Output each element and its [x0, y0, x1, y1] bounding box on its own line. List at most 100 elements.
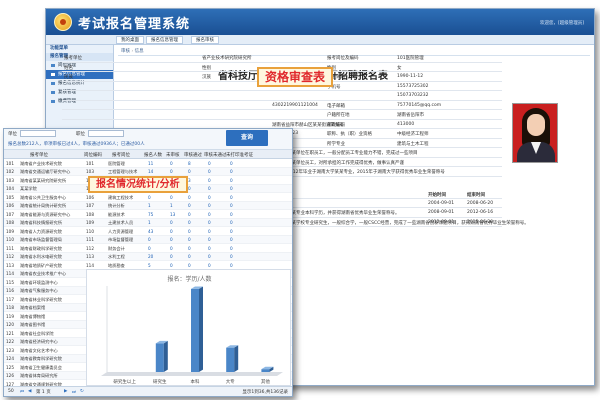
user-info[interactable]: 欢迎您，[超级管理员]	[540, 20, 584, 26]
refresh-icon[interactable]: ↻	[80, 389, 84, 394]
column-header[interactable]: 未打印准考证	[226, 152, 253, 158]
cell-count[interactable]: 0	[170, 195, 173, 200]
cell-count[interactable]: 20	[148, 254, 153, 259]
cell-count[interactable]: 75	[148, 212, 153, 217]
first-page-icon[interactable]: ⏮	[20, 389, 24, 395]
cell-count[interactable]: 0	[208, 169, 211, 174]
cell-count[interactable]: 0	[230, 263, 233, 268]
cell-count[interactable]: 0	[230, 169, 233, 174]
cell-count[interactable]: 3	[188, 178, 191, 183]
column-header[interactable]: 岗位编码	[84, 152, 102, 158]
cell-count[interactable]: 0	[188, 212, 191, 217]
last-page-icon[interactable]: ⏭	[72, 389, 76, 395]
cell-count[interactable]: 0	[170, 220, 173, 225]
cell-count[interactable]: 0	[230, 161, 233, 166]
cell-count[interactable]: 0	[188, 263, 191, 268]
cell-count[interactable]: 0	[208, 203, 211, 208]
cell-count[interactable]: 1	[148, 220, 151, 225]
cell-count[interactable]: 0	[230, 237, 233, 242]
cell-count[interactable]: 0	[188, 195, 191, 200]
cell-count[interactable]: 0	[170, 237, 173, 242]
table-row[interactable]: 107 湖南省能源与资源研究中心 108 能源技术 75 13 0 0 0	[4, 210, 292, 219]
cell-count[interactable]: 0	[188, 237, 191, 242]
table-row[interactable]: 106 湖南省统计局统计研究所 107 统计分析 1 1 0 0 0	[4, 201, 292, 210]
column-header[interactable]: 报考单位	[30, 152, 48, 158]
prev-page-icon[interactable]: ◀	[28, 389, 31, 394]
column-header[interactable]: 报名人数	[144, 152, 162, 158]
cell-count[interactable]: 1	[170, 203, 173, 208]
cell-count[interactable]: 0	[208, 254, 211, 259]
row-number: 108	[6, 220, 14, 225]
cell-count[interactable]: 0	[170, 169, 173, 174]
cell-count[interactable]: 13	[170, 212, 175, 217]
cell-count[interactable]: 0	[230, 178, 233, 183]
table-row[interactable]: 110 湖南省市场监督管理局 111 市场监督管理 0 0 0 0 0	[4, 235, 292, 244]
cell-count[interactable]: 0	[188, 186, 191, 191]
cell-count[interactable]: 0	[170, 229, 173, 234]
cell-count[interactable]: 5	[148, 263, 151, 268]
cell-count[interactable]: 0	[208, 161, 211, 166]
cell-unit: 湖南省水利水电研究院	[20, 254, 62, 259]
cell-count[interactable]: 0	[208, 263, 211, 268]
cell-count[interactable]: 8	[188, 161, 191, 166]
cell-count[interactable]: 0	[148, 246, 151, 251]
table-row[interactable]: 112 湖南省水利水电研究院 113 水利工程 20 0 0 0 0	[4, 252, 292, 261]
cell-count[interactable]: 0	[230, 254, 233, 259]
search-button[interactable]: 查询	[226, 130, 268, 146]
cell-count[interactable]: 0	[208, 237, 211, 242]
cell-count[interactable]: 14	[148, 169, 153, 174]
tab-registration-info[interactable]: 报名信息管理	[146, 36, 183, 44]
cell-count[interactable]: 0	[230, 195, 233, 200]
column-header[interactable]: 未审核	[166, 152, 180, 158]
cell-count[interactable]: 1	[148, 203, 151, 208]
cell-count[interactable]: 0	[188, 220, 191, 225]
cell-count[interactable]: 43	[148, 229, 153, 234]
cell-count[interactable]: 0	[230, 212, 233, 217]
cell-count[interactable]: 0	[208, 246, 211, 251]
cell-count[interactable]: 0	[208, 178, 211, 183]
column-header[interactable]: 审核通过	[184, 152, 202, 158]
pager-info: 显示1到36,共136记录	[242, 390, 288, 395]
registration-stats-window: 单位 职位 查询 报名总数212人，单项审核已过4人，审核通过0936人；已通过…	[3, 128, 293, 397]
table-row[interactable]: 108 湖南省科技情报研究所 109 土建技术人员 1 0 0 0 0	[4, 218, 292, 227]
page-number[interactable]: 第 1 页	[36, 389, 51, 395]
cell-count[interactable]: 0	[208, 229, 211, 234]
table-row[interactable]: 111 湖南省财政科学研究院 112 财务会计 0 0 0 0 0	[4, 244, 292, 253]
search-unit-input[interactable]	[20, 130, 56, 137]
next-page-icon[interactable]: ▶	[64, 389, 67, 394]
table-row[interactable]: 109 湖南省人力资源研究院 110 人力资源管理 43 0 0 0 0	[4, 227, 292, 236]
cell-count[interactable]: 0	[230, 220, 233, 225]
cell-count[interactable]: 0	[148, 195, 151, 200]
table-row[interactable]: 101 湖南省产业技术研究院 101 医院管理 11 0 8 0 0	[4, 159, 292, 168]
cell-count[interactable]: 0	[230, 229, 233, 234]
cell-count[interactable]: 0	[208, 220, 211, 225]
cell-count[interactable]: 0	[148, 237, 151, 242]
cell-count[interactable]: 0	[208, 186, 211, 191]
cell-count[interactable]: 11	[148, 161, 153, 166]
cell-count[interactable]: 0	[230, 203, 233, 208]
cell-count[interactable]: 0	[188, 254, 191, 259]
cell-count[interactable]: 0	[188, 229, 191, 234]
column-header[interactable]: 报考岗位	[112, 152, 130, 158]
cell-unit: 湖南省林业科学研究院	[20, 296, 62, 302]
table-row[interactable]: 105 湖南省公共卫生服务中心 106 建筑工程技术 0 0 0 0 0	[4, 193, 292, 202]
cell-count[interactable]: 0	[170, 263, 173, 268]
page-size-select[interactable]: 50	[8, 389, 14, 394]
cell-count[interactable]: 0	[188, 203, 191, 208]
cell-count[interactable]: 0	[208, 212, 211, 217]
column-header[interactable]: 审核未通过	[204, 152, 227, 158]
cell-count[interactable]: 0	[188, 169, 191, 174]
cell-unit: 湖南省社会科学院	[20, 330, 54, 336]
cell-count[interactable]: 0	[170, 161, 173, 166]
cell-count[interactable]: 0	[170, 246, 173, 251]
cell-code: 114	[86, 262, 94, 268]
cell-count[interactable]: 0	[208, 195, 211, 200]
cell-count[interactable]: 0	[170, 254, 173, 259]
tab-desktop[interactable]: 我的桌面	[116, 36, 144, 44]
cell-count[interactable]: 0	[230, 186, 233, 191]
search-job-input[interactable]	[88, 130, 124, 137]
cell-count[interactable]: 0	[188, 246, 191, 251]
table-row[interactable]: 102 湖南省交通运输厅研究中心 103 工程管理与技术 14 0 0 0 0	[4, 167, 292, 176]
tab-registration-review[interactable]: 报名审核	[191, 36, 219, 44]
cell-count[interactable]: 0	[230, 246, 233, 251]
